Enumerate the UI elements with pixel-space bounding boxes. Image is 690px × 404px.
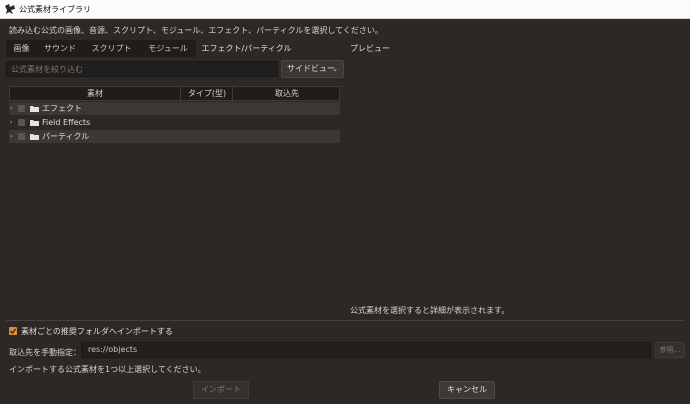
expand-arrow-icon[interactable]: › — [10, 130, 12, 143]
tab-effects-particles[interactable]: エフェクト/パーティクル — [196, 40, 297, 57]
table-row[interactable]: › エフェクト — [9, 102, 340, 115]
import-button[interactable]: インポート — [193, 381, 249, 399]
preview-hint: 公式素材を選択すると詳細が表示されます。 — [350, 306, 510, 315]
folder-icon — [30, 120, 39, 126]
row-label: エフェクト — [42, 104, 82, 113]
expand-arrow-icon[interactable]: › — [10, 102, 12, 115]
view-mode-label: サイドビュー — [287, 64, 335, 73]
column-header-destination[interactable]: 取込先 — [232, 87, 341, 100]
folder-icon — [30, 134, 39, 140]
window-titlebar: 公式素材ライブラリ — [0, 0, 690, 19]
filter-input[interactable]: 公式素材を絞り込む — [6, 61, 278, 77]
recommend-folder-label[interactable]: 素材ごとの推奨フォルダへインポートする — [21, 326, 173, 337]
row-label: Field Effects — [42, 118, 91, 127]
preview-title: プレビュー — [350, 44, 390, 53]
row-label: パーティクル — [42, 132, 90, 141]
recommend-folder-checkbox[interactable] — [9, 327, 17, 335]
column-header-asset[interactable]: 素材 — [10, 87, 180, 100]
row-checkbox[interactable] — [18, 119, 25, 126]
tab-modules[interactable]: モジュール — [140, 40, 196, 57]
app-logo-icon — [5, 4, 15, 14]
tab-scripts[interactable]: スクリプト — [83, 40, 140, 57]
chevron-down-icon: ⌄ — [332, 65, 338, 73]
tab-images[interactable]: 画像 — [6, 40, 37, 57]
folder-icon — [30, 106, 39, 112]
category-tabs: 画像 サウンド スクリプト モジュール エフェクト/パーティクル — [6, 40, 341, 57]
column-header-type[interactable]: タイプ(型) — [180, 87, 233, 100]
status-message: インポートする公式素材を1つ以上選択してください。 — [9, 365, 206, 374]
table-header: 素材 タイプ(型) 取込先 — [9, 86, 340, 101]
cancel-button[interactable]: キャンセル — [439, 381, 495, 399]
row-checkbox[interactable] — [18, 105, 25, 112]
table-row[interactable]: › Field Effects — [9, 116, 340, 129]
asset-table: 素材 タイプ(型) 取込先 › エフェクト › Field Effects › … — [9, 86, 340, 143]
destination-label: 取込先を手動指定： — [9, 348, 81, 357]
row-checkbox[interactable] — [18, 133, 25, 140]
table-row[interactable]: › パーティクル — [9, 130, 340, 143]
window-title: 公式素材ライブラリ — [19, 5, 91, 14]
browse-button[interactable]: 参照... — [655, 342, 685, 358]
expand-arrow-icon[interactable]: › — [10, 116, 12, 129]
destination-input[interactable]: res://objects — [81, 342, 651, 358]
checkmark-icon — [10, 328, 17, 334]
instructions-text: 読み込む公式の画像、音源、スクリプト、モジュール、エフェクト、パーティクルを選択… — [9, 26, 383, 35]
divider — [6, 320, 684, 321]
tab-sounds[interactable]: サウンド — [37, 40, 83, 57]
view-mode-dropdown[interactable]: サイドビュー ⌄ — [281, 60, 344, 78]
